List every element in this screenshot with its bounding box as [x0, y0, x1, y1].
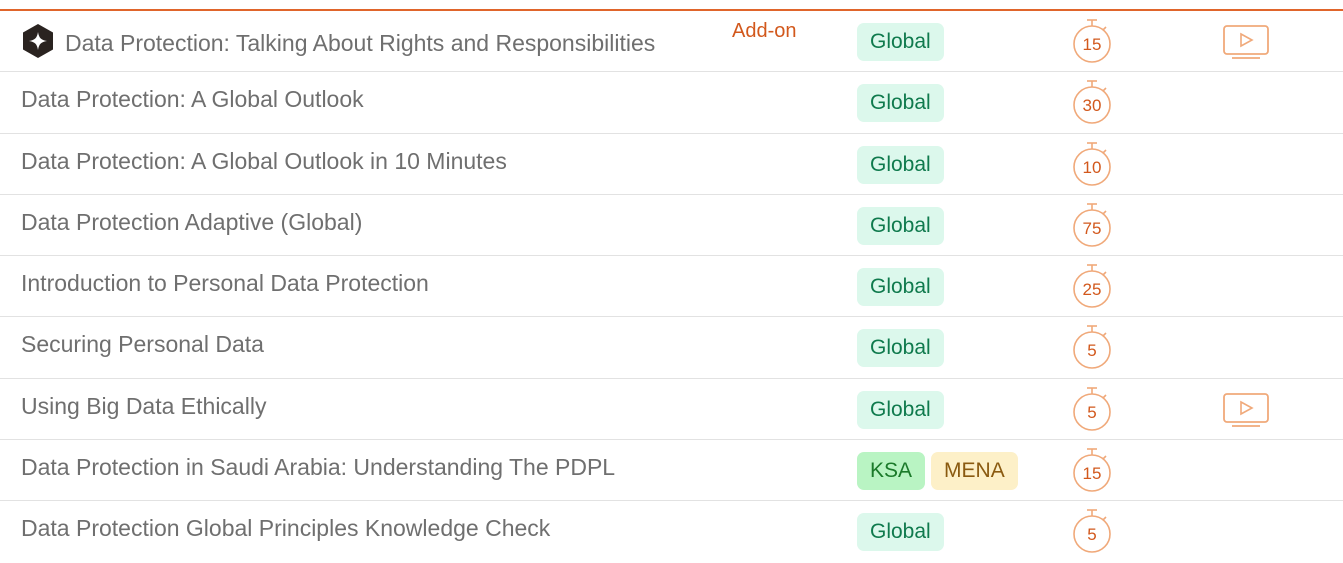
duration-minutes: 5	[1087, 402, 1097, 422]
duration-minutes: 25	[1082, 280, 1102, 300]
duration-minutes: 75	[1082, 218, 1102, 238]
course-title-cell[interactable]: Data Protection in Saudi Arabia: Underst…	[21, 454, 615, 481]
course-title-cell[interactable]: Introduction to Personal Data Protection	[21, 270, 429, 297]
duration-minutes: 15	[1082, 35, 1102, 54]
region-tag-global: Global	[857, 513, 944, 552]
region-tags: Global	[857, 268, 944, 307]
course-title: Data Protection in Saudi Arabia: Underst…	[21, 454, 616, 481]
duration-minutes: 5	[1087, 525, 1097, 545]
video-icon[interactable]	[1222, 24, 1270, 60]
duration-timer: 15	[1068, 446, 1116, 494]
video-icon[interactable]	[1222, 392, 1270, 428]
duration-minutes: 5	[1087, 341, 1097, 361]
duration-minutes: 30	[1082, 96, 1102, 116]
duration-timer: 5	[1068, 507, 1116, 555]
region-tags: Global	[857, 390, 944, 429]
course-title-cell[interactable]: Using Big Data Ethically	[21, 393, 266, 420]
course-title: Data Protection: A Global Outlook	[21, 86, 364, 113]
course-title: Using Big Data Ethically	[21, 392, 267, 419]
course-title: Securing Personal Data	[21, 331, 264, 358]
course-title-cell[interactable]: Data Protection Global Principles Knowle…	[21, 515, 550, 542]
addon-logo-icon	[23, 24, 53, 58]
course-title-cell[interactable]: Data Protection: A Global Outlook in 10 …	[21, 148, 507, 175]
region-tag-global: Global	[857, 145, 944, 184]
course-list: Data Protection: Talking About Rights an…	[0, 11, 1343, 563]
course-row[interactable]: Data Protection Adaptive (Global) Global…	[0, 195, 1343, 257]
region-tags: Global	[857, 145, 944, 184]
duration-minutes: 10	[1082, 157, 1102, 177]
duration-timer: 5	[1068, 323, 1116, 371]
duration-timer: 75	[1068, 201, 1116, 249]
course-row[interactable]: Introduction to Personal Data Protection…	[0, 256, 1343, 318]
duration-minutes: 15	[1082, 464, 1102, 484]
addon-badge: Add-on	[732, 20, 797, 42]
region-tag-mena: MENA	[931, 452, 1018, 491]
course-title-cell[interactable]: Data Protection: Talking About Rights an…	[21, 24, 656, 61]
course-row[interactable]: Data Protection: A Global Outlook Global…	[0, 72, 1343, 134]
course-title: Data Protection Adaptive (Global)	[21, 208, 363, 235]
region-tag-global: Global	[857, 23, 944, 61]
region-tags: Global	[857, 206, 944, 245]
duration-timer: 25	[1068, 262, 1116, 310]
region-tag-global: Global	[857, 268, 944, 307]
course-row[interactable]: Using Big Data Ethically Global 5	[0, 379, 1343, 441]
course-title: Data Protection Global Principles Knowle…	[21, 515, 551, 542]
region-tag-global: Global	[857, 329, 944, 368]
duration-timer: 5	[1068, 385, 1116, 433]
course-row[interactable]: Securing Personal Data Global 5	[0, 317, 1343, 379]
region-tags: Global	[857, 513, 944, 552]
duration-timer: 15	[1068, 17, 1116, 65]
region-tag-ksa: KSA	[857, 452, 926, 491]
course-row[interactable]: Data Protection: A Global Outlook in 10 …	[0, 134, 1343, 195]
region-tags: Global	[857, 329, 944, 368]
duration-timer: 10	[1068, 140, 1116, 188]
region-tag-global: Global	[857, 206, 944, 245]
region-tags: Global	[857, 23, 944, 61]
course-title-cell[interactable]: Data Protection Adaptive (Global)	[21, 209, 362, 236]
course-title: Data Protection: A Global Outlook in 10 …	[21, 147, 507, 174]
course-row[interactable]: Data Protection in Saudi Arabia: Underst…	[0, 440, 1343, 502]
region-tag-global: Global	[857, 390, 944, 429]
course-row[interactable]: Data Protection: Talking About Rights an…	[0, 11, 1343, 73]
region-tags: KSA MENA	[857, 452, 1018, 491]
region-tags: Global	[857, 84, 944, 123]
course-title-cell[interactable]: Securing Personal Data	[21, 331, 264, 358]
course-title-cell[interactable]: Data Protection: A Global Outlook	[21, 86, 364, 113]
duration-timer: 30	[1068, 78, 1116, 126]
region-tag-global: Global	[857, 84, 944, 123]
course-row[interactable]: Data Protection Global Principles Knowle…	[0, 501, 1343, 562]
course-title: Data Protection: Talking About Rights an…	[65, 29, 656, 56]
course-title: Introduction to Personal Data Protection	[21, 270, 429, 297]
